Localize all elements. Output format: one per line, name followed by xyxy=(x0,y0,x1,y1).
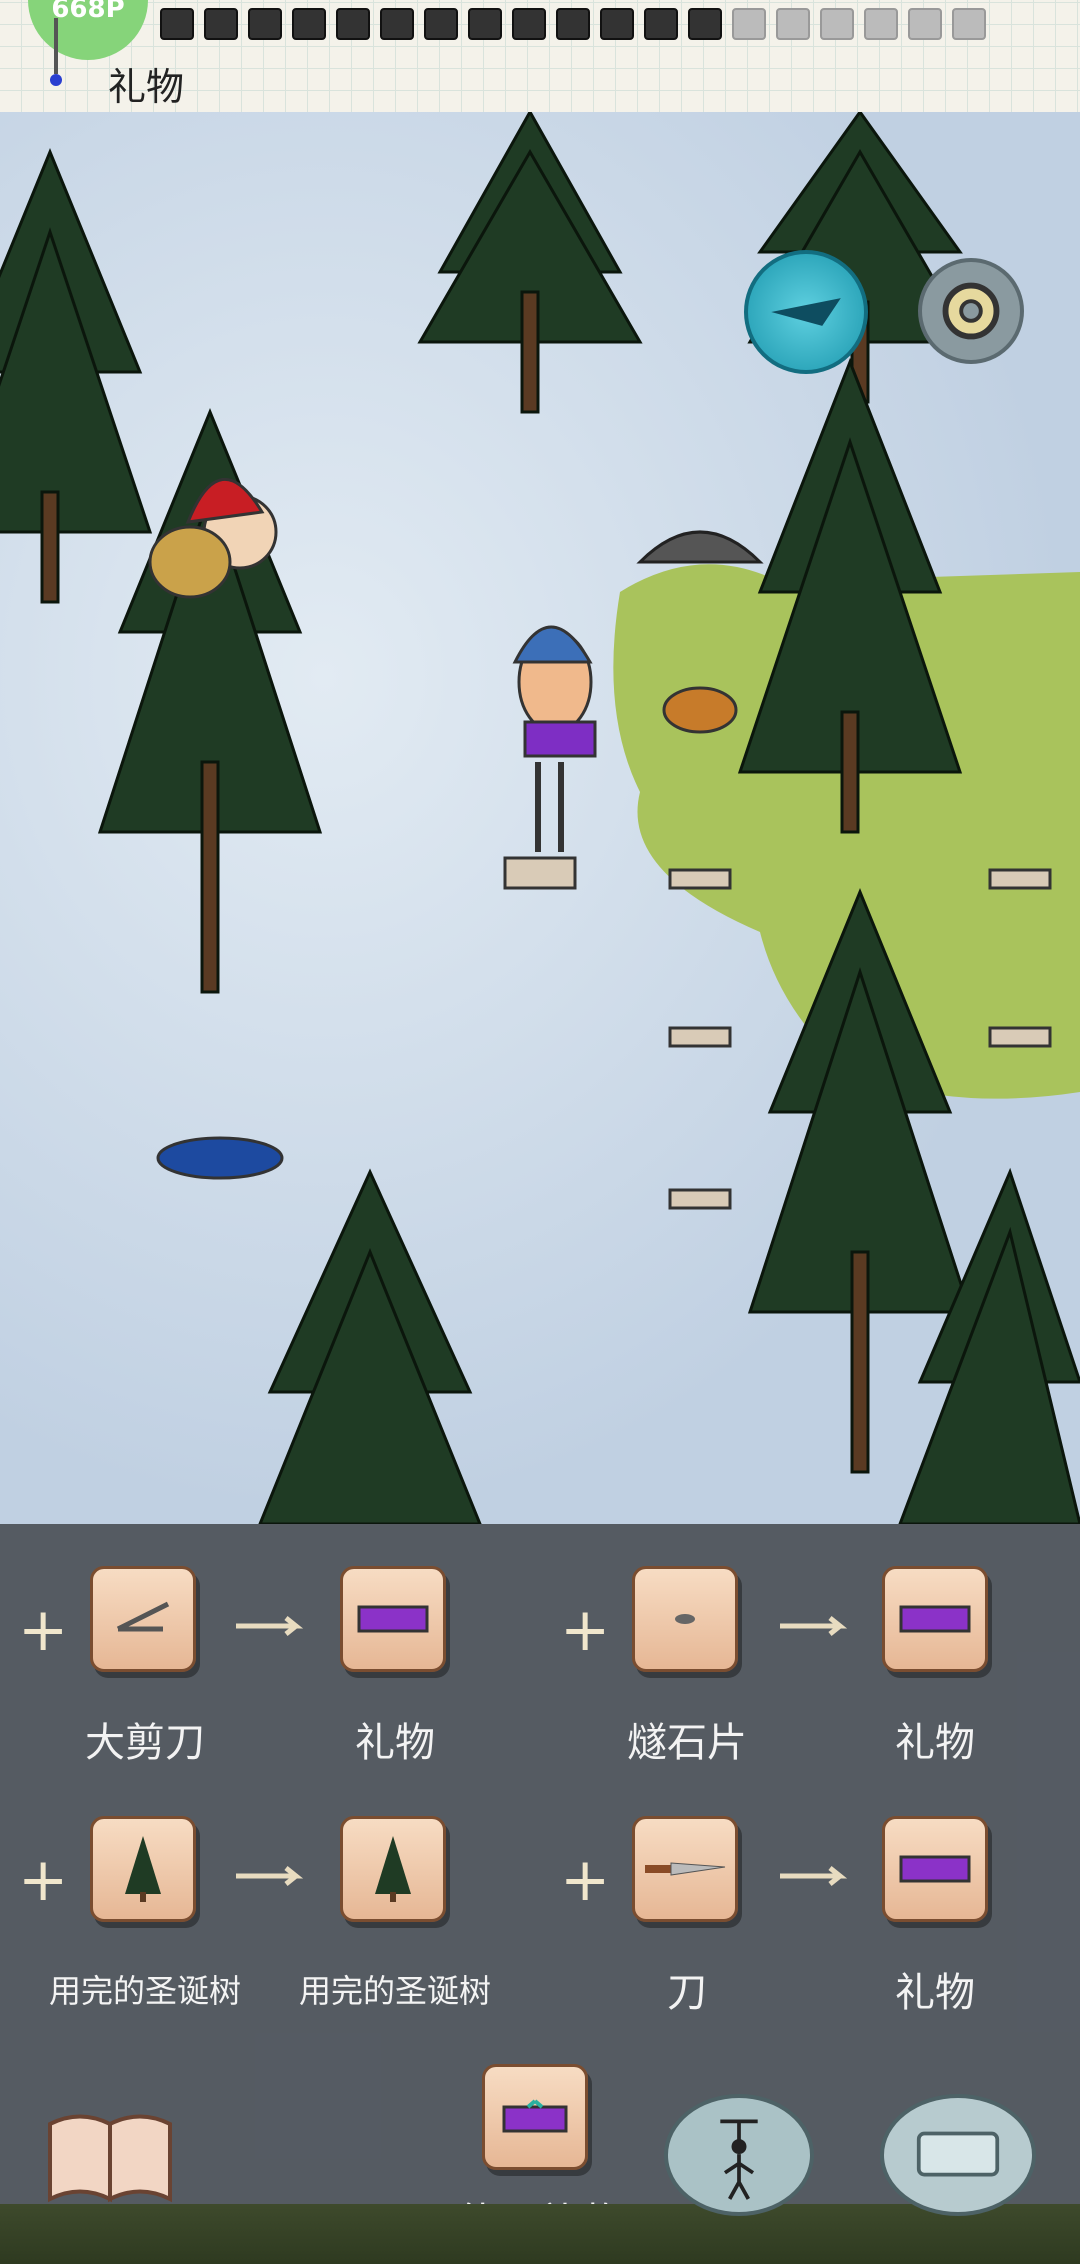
hunger-box xyxy=(160,8,194,40)
roast-turkey xyxy=(662,686,738,734)
rock xyxy=(636,530,764,564)
result-label: 礼物 xyxy=(355,1720,435,1766)
gear-icon xyxy=(942,282,1000,340)
pine-tree xyxy=(0,148,153,604)
hunger-box xyxy=(204,8,238,40)
gift-icon xyxy=(899,1605,971,1633)
thermometer-icon xyxy=(50,18,62,86)
hunger-box xyxy=(820,8,854,40)
ingredient-label: 燧石片 xyxy=(627,1720,747,1766)
game-world[interactable] xyxy=(0,112,1080,1524)
ingredient-label: 大剪刀 xyxy=(85,1720,205,1766)
holding-item-label: 礼物 xyxy=(108,65,185,109)
arrow-icon xyxy=(780,1866,848,1886)
hunger-box xyxy=(424,8,458,40)
christmas-tree-icon xyxy=(375,1836,411,1902)
plus-icon: + xyxy=(560,1595,611,1665)
compass-icon xyxy=(771,298,841,326)
hunger-box xyxy=(336,8,370,40)
result-label: 礼物 xyxy=(895,1970,975,2016)
plus-icon: + xyxy=(18,1845,69,1915)
compass-button[interactable] xyxy=(744,250,868,374)
food-count: 668P xyxy=(51,0,125,24)
hunger-box xyxy=(688,8,722,40)
hunger-box xyxy=(908,8,942,40)
result-label: 用完的圣诞树 xyxy=(298,1972,491,2010)
result-tile[interactable] xyxy=(882,1816,988,1922)
hunger-box xyxy=(776,8,810,40)
hunger-box xyxy=(468,8,502,40)
result-tile[interactable] xyxy=(340,1566,446,1672)
christmas-tree-icon xyxy=(125,1836,161,1902)
result-tile[interactable] xyxy=(882,1566,988,1672)
pond xyxy=(156,1136,284,1180)
hunger-box xyxy=(732,8,766,40)
status-bar: 668P 礼物 xyxy=(0,0,1080,115)
book-icon xyxy=(48,2114,172,2203)
pine-tree xyxy=(417,112,643,414)
puppet-button[interactable] xyxy=(664,2094,814,2216)
ingredient-label: 用完的圣诞树 xyxy=(48,1972,241,2010)
gift-icon xyxy=(502,2099,568,2133)
arrow-icon xyxy=(236,1616,304,1636)
player-character xyxy=(512,625,597,852)
hunger-box xyxy=(864,8,898,40)
tech-book-button[interactable] xyxy=(40,2104,180,2214)
result-tile[interactable] xyxy=(340,1816,446,1922)
keyboard-button[interactable] xyxy=(880,2094,1036,2216)
hunger-box xyxy=(292,8,326,40)
gift-icon xyxy=(357,1605,429,1633)
arrow-icon xyxy=(236,1866,304,1886)
keyboard-icon xyxy=(916,2131,1000,2177)
use-item-button[interactable] xyxy=(482,2064,588,2170)
hunger-box xyxy=(600,8,634,40)
hunger-box xyxy=(644,8,678,40)
knife-icon xyxy=(645,1862,726,1876)
settings-button[interactable] xyxy=(918,258,1024,364)
ingredient-tile[interactable] xyxy=(90,1816,196,1922)
hunger-box xyxy=(248,8,282,40)
result-label: 礼物 xyxy=(895,1720,975,1766)
plus-icon: + xyxy=(560,1845,611,1915)
hunger-box xyxy=(952,8,986,40)
ingredient-tile[interactable] xyxy=(632,1566,738,1672)
flint-chip-icon xyxy=(675,1614,695,1624)
world-scene xyxy=(0,112,1080,1524)
ingredient-tile[interactable] xyxy=(90,1566,196,1672)
shears-icon xyxy=(116,1601,170,1632)
ingredient-tile[interactable] xyxy=(632,1816,738,1922)
pine-tree xyxy=(258,1168,482,1524)
hunger-box xyxy=(380,8,414,40)
puppet-icon xyxy=(720,2119,758,2200)
arrow-icon xyxy=(780,1616,848,1636)
hunger-box xyxy=(512,8,546,40)
ingredient-label: 刀 xyxy=(667,1970,707,2016)
hunger-boxes xyxy=(160,8,986,40)
hunger-box xyxy=(556,8,590,40)
gift-icon xyxy=(899,1855,971,1883)
plus-icon: + xyxy=(18,1595,69,1665)
